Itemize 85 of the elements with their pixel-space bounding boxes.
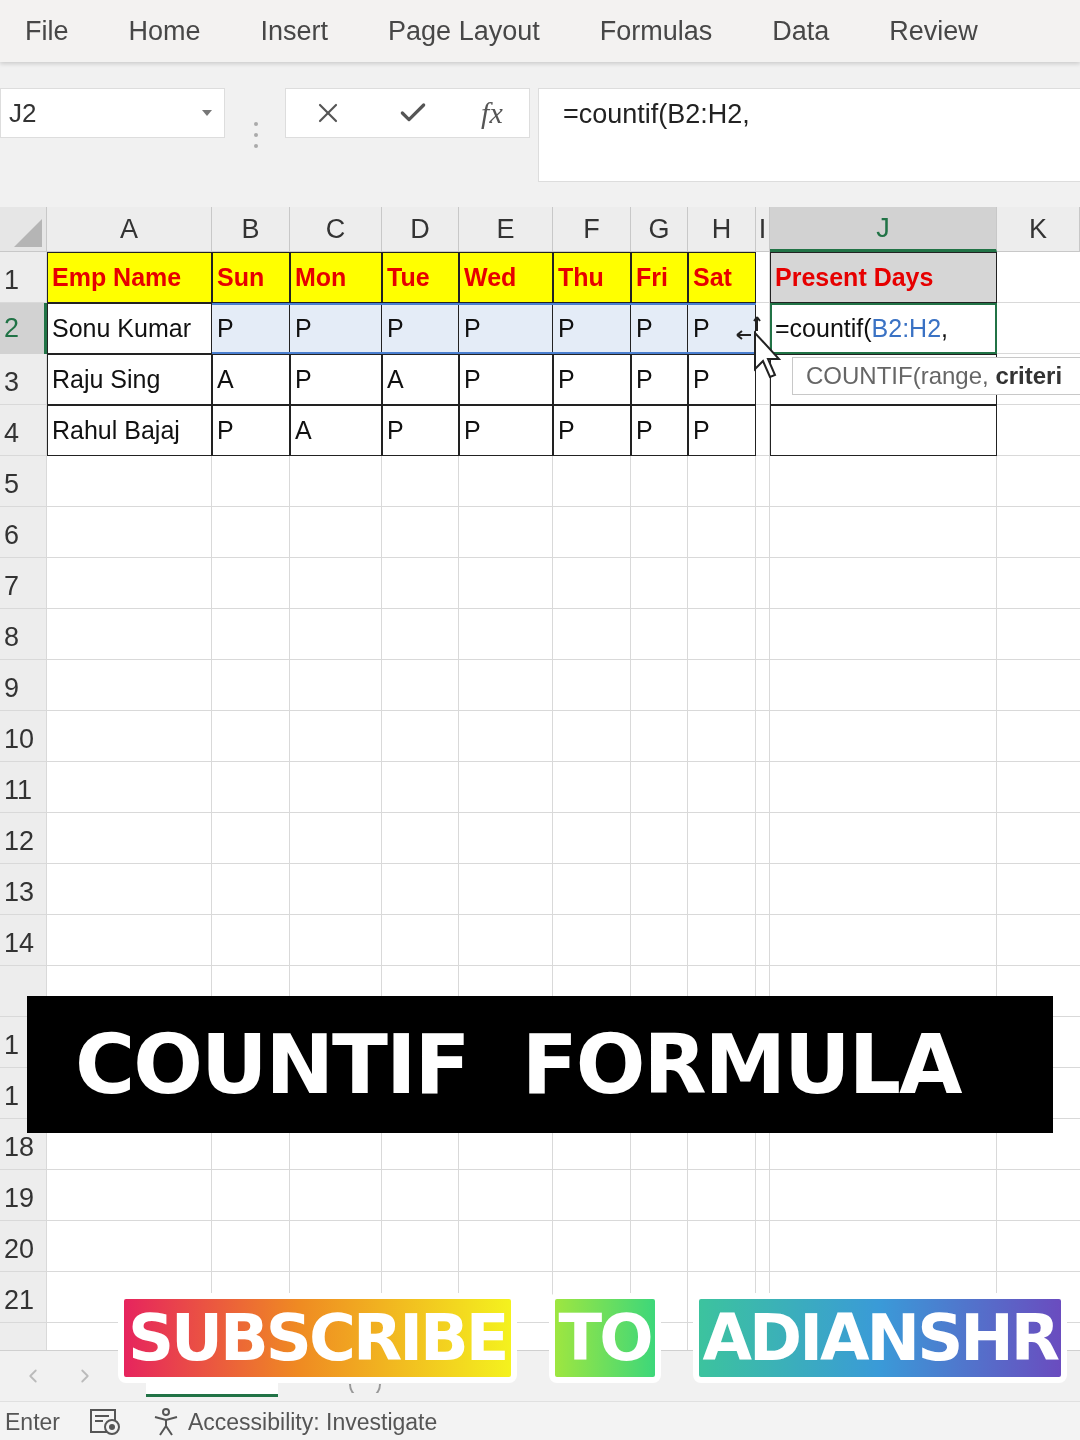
row-header[interactable]: 2 (0, 303, 47, 354)
table-cell: Raju Sing (47, 354, 212, 405)
promo-sticker: SUBSCRIBE (118, 1293, 517, 1383)
table-cell: P (631, 303, 688, 354)
sheet-tab[interactable] (146, 1383, 278, 1397)
macro-record-icon[interactable] (90, 1408, 122, 1436)
table-cell: A (212, 354, 290, 405)
header-cell: Sat (688, 252, 756, 303)
row-header[interactable]: 21 (0, 1287, 35, 1314)
insert-function-button[interactable]: fx (481, 96, 503, 130)
header-cell: Mon (290, 252, 382, 303)
column-header[interactable]: J (770, 207, 997, 252)
row-header[interactable]: 19 (0, 1185, 35, 1212)
table-cell: P (212, 405, 290, 456)
column-header[interactable]: B (212, 207, 290, 252)
row-header[interactable]: 18 (0, 1134, 35, 1161)
header-cell: Tue (382, 252, 459, 303)
table-cell: P (290, 354, 382, 405)
caption-banner: COUNTIF FORMULA (27, 996, 1053, 1133)
column-header[interactable]: I (756, 207, 770, 252)
table-cell: P (459, 303, 553, 354)
row-header[interactable]: 13 (0, 879, 35, 906)
table-cell: P (688, 303, 756, 354)
column-header[interactable]: K (997, 207, 1080, 252)
menu-tab[interactable]: Review (889, 15, 978, 47)
menu-tab[interactable]: Data (772, 15, 830, 47)
menu-tab[interactable]: Page Layout (388, 15, 540, 47)
table-cell: A (290, 405, 382, 456)
table-cell: P (553, 405, 631, 456)
row-header[interactable]: 4 (0, 420, 20, 447)
formula-field[interactable]: =countif(B2:H2, (538, 88, 1080, 182)
header-cell: Wed (459, 252, 553, 303)
column-header[interactable]: D (382, 207, 459, 252)
table-cell: Rahul Bajaj (47, 405, 212, 456)
row-header[interactable]: 11 (0, 777, 33, 804)
column-header[interactable]: A (47, 207, 212, 252)
table-cell: P (688, 354, 756, 405)
table-cell: P (553, 303, 631, 354)
header-cell: Emp Name (47, 252, 212, 303)
table-cell: P (382, 405, 459, 456)
header-cell: Sun (212, 252, 290, 303)
editing-cell: =countif(B2:H2, (770, 303, 997, 354)
row-header[interactable]: 9 (0, 675, 20, 702)
name-box[interactable]: J2 (0, 88, 225, 138)
column-header[interactable]: G (631, 207, 688, 252)
table-cell: P (290, 303, 382, 354)
function-tooltip: COUNTIF(range, criteri (792, 357, 1080, 395)
header-cell: Present Days (770, 252, 997, 303)
menu-tab[interactable]: File (25, 15, 69, 47)
table-cell: P (553, 354, 631, 405)
table-cell: P (631, 405, 688, 456)
menu-tab[interactable]: Insert (260, 15, 329, 47)
row-header[interactable]: 8 (0, 624, 20, 651)
row-header[interactable]: 1 (0, 1083, 20, 1110)
status-mode: Enter (5, 1408, 60, 1436)
promo-sticker: ADIANSHR (692, 1293, 1068, 1383)
row-header[interactable]: 10 (0, 726, 35, 753)
row-header[interactable]: 1 (0, 267, 20, 294)
accessibility-status[interactable]: Accessibility: Investigate (188, 1408, 438, 1436)
table-cell: A (382, 354, 459, 405)
table-cell: P (212, 303, 290, 354)
table-cell: P (688, 405, 756, 456)
row-header[interactable]: 20 (0, 1236, 35, 1263)
header-cell: Fri (631, 252, 688, 303)
table-cell: P (459, 354, 553, 405)
dropdown-caret-icon (202, 110, 212, 116)
table-cell: P (631, 354, 688, 405)
column-header[interactable]: E (459, 207, 553, 252)
row-header[interactable]: 5 (0, 471, 20, 498)
row-header[interactable]: 7 (0, 573, 20, 600)
promo-sticker: TO (548, 1293, 661, 1383)
table-cell: Sonu Kumar (47, 303, 212, 354)
row-header[interactable]: 12 (0, 828, 35, 855)
row-header[interactable]: 3 (0, 369, 20, 396)
column-header[interactable]: F (553, 207, 631, 252)
column-header[interactable]: C (290, 207, 382, 252)
row-header[interactable]: 1 (0, 1032, 20, 1059)
table-cell: P (382, 303, 459, 354)
table-cell: P (459, 405, 553, 456)
column-header[interactable]: H (688, 207, 756, 252)
menu-tab[interactable]: Home (128, 15, 201, 47)
row-header[interactable]: 6 (0, 522, 20, 549)
menu-tab[interactable]: Formulas (599, 15, 713, 47)
row-header[interactable]: 14 (0, 930, 35, 957)
header-cell: Thu (553, 252, 631, 303)
